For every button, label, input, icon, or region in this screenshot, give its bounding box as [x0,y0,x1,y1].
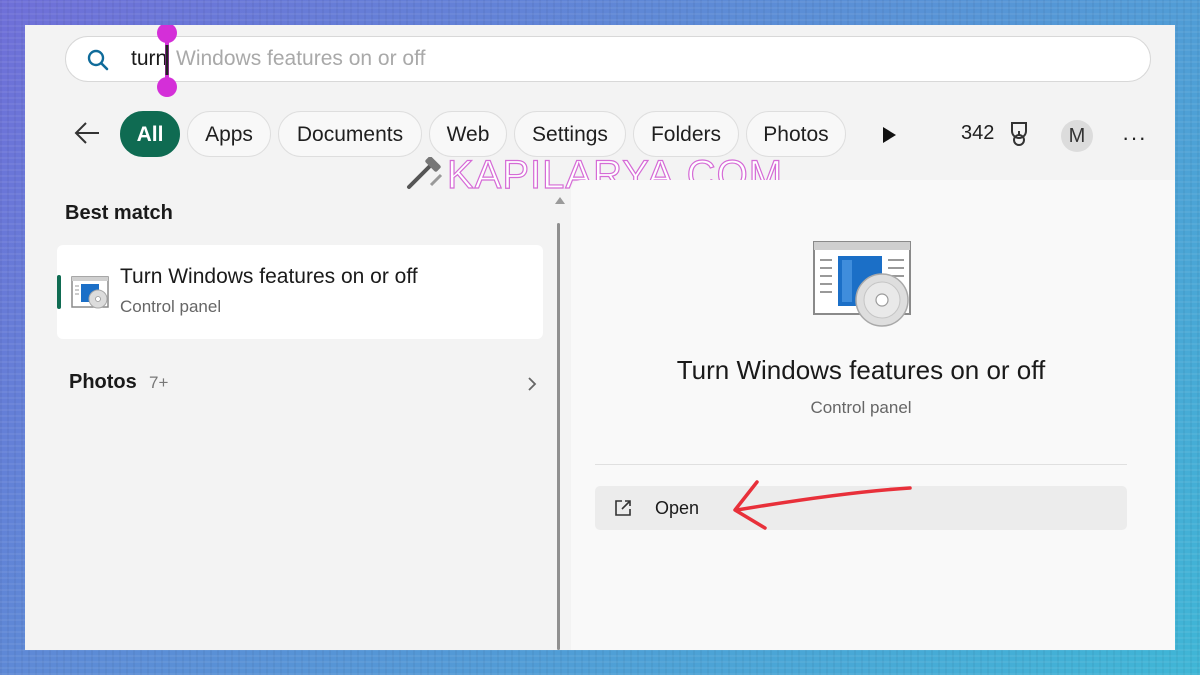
filter-chip-apps[interactable]: Apps [187,111,271,157]
search-suggestion: Windows features on or off [176,47,426,70]
results-pane: Best match Turn Windows features on or o… [45,180,555,650]
preview-pane: Turn Windows features on or off Control … [571,180,1175,650]
open-button-label: Open [655,498,700,518]
chevron-right-icon [528,377,537,391]
rewards-points: 342 [961,122,995,144]
windows-features-icon [71,276,109,309]
best-match-heading: Best match [65,202,173,224]
text-cursor-marker [157,25,177,97]
rewards-trophy-icon[interactable] [1007,121,1031,147]
start-search-window: turn Windows features on or off All Apps… [25,25,1175,650]
scroll-up-arrow-icon[interactable] [555,197,565,204]
scrollbar-thumb[interactable] [557,223,560,650]
back-arrow-icon[interactable] [73,121,101,145]
filter-chip-settings[interactable]: Settings [514,111,626,157]
filter-chip-web[interactable]: Web [429,111,507,157]
more-options-icon[interactable]: ··· [1122,125,1147,151]
annotation-arrow-icon [733,480,912,530]
best-match-result[interactable]: Turn Windows features on or off Control … [57,245,543,339]
photos-count-badge: 7+ [149,373,169,392]
more-filters-play-icon[interactable] [881,126,897,144]
user-avatar[interactable]: M [1061,120,1093,152]
selection-indicator [57,275,61,309]
divider [595,464,1127,465]
result-subtitle: Control panel [120,297,222,316]
photos-category-row[interactable]: Photos 7+ [69,365,539,405]
results-scrollbar[interactable] [555,197,565,650]
windows-features-large-icon [813,241,911,327]
filter-chip-documents[interactable]: Documents [278,111,422,157]
filter-chip-all[interactable]: All [120,111,180,157]
search-icon [87,49,109,71]
search-box[interactable]: turn Windows features on or off [65,36,1151,82]
filter-chip-photos[interactable]: Photos [746,111,846,157]
preview-title: Turn Windows features on or off [676,355,1046,385]
preview-subtitle: Control panel [810,398,912,417]
result-title: Turn Windows features on or off [120,265,418,288]
open-external-icon [615,500,631,516]
filter-chip-folders[interactable]: Folders [633,111,739,157]
photos-category-label: Photos [69,371,137,393]
